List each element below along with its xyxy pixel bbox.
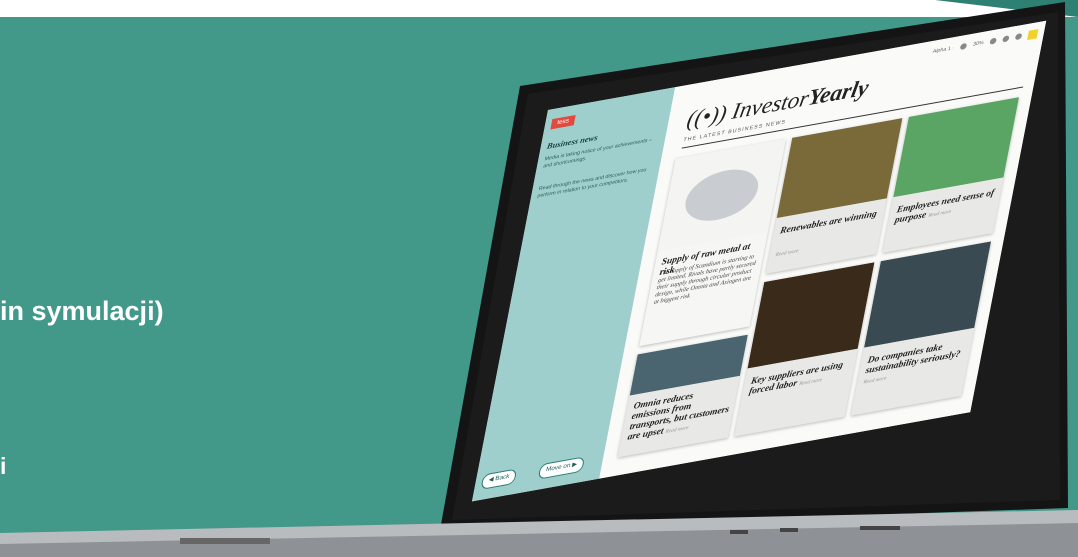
back-button[interactable]: ◀ Back xyxy=(480,468,518,490)
read-more-link[interactable]: Read more xyxy=(799,378,823,387)
read-more-link[interactable]: Read more xyxy=(863,375,887,386)
article-image xyxy=(893,97,1020,198)
user-label: Alpha 1 · xyxy=(932,45,955,56)
clock-icon[interactable] xyxy=(989,37,997,45)
chat-icon[interactable] xyxy=(1002,35,1010,43)
masthead-part1: Investor xyxy=(729,84,812,125)
sidebar-text-2: Read through the news and discover how y… xyxy=(536,166,647,200)
hand-icon[interactable] xyxy=(1014,32,1023,41)
read-more-link[interactable]: Read more xyxy=(775,248,799,259)
article-card[interactable]: Employees need sense of purpose Read mor… xyxy=(882,97,1020,253)
status-icon xyxy=(959,42,968,51)
brand-logo: tess xyxy=(550,114,576,130)
article-image xyxy=(776,118,903,219)
move-on-button[interactable]: Move on ▶ xyxy=(537,456,586,480)
radio-icon: ((•)) xyxy=(684,98,735,133)
article-image xyxy=(864,241,992,348)
percent-label: 30% xyxy=(972,39,985,48)
article-image xyxy=(747,262,875,369)
read-more-link[interactable]: Read more xyxy=(928,210,952,219)
article-card[interactable]: Omnia reduces emissions from transports,… xyxy=(617,334,748,458)
read-more-link[interactable]: Read more xyxy=(665,426,689,435)
masthead-part2: Yearly xyxy=(806,73,871,111)
hinge-notch xyxy=(180,538,270,544)
article-image xyxy=(657,138,786,252)
highlight-button[interactable] xyxy=(1027,28,1039,40)
